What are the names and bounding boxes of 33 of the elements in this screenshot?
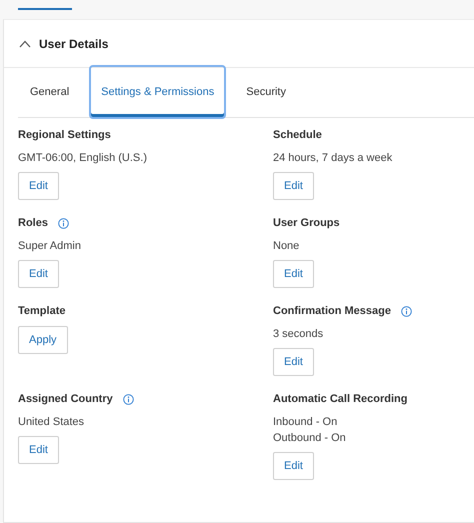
edit-button[interactable]: Edit [273,452,314,480]
section-value: United States [18,415,84,430]
section-title: Confirmation Message [273,305,391,317]
section-value: Super Admin [18,239,81,254]
section-title: Automatic Call Recording [273,393,408,405]
section-value: Inbound - On [273,415,338,430]
section-value: None [273,239,300,254]
edit-button[interactable]: Edit [273,348,314,376]
edit-button[interactable]: Edit [273,172,314,200]
info-icon[interactable] [400,306,412,316]
chevron-icon[interactable] [19,40,31,48]
edit-button[interactable]: Edit [18,172,59,200]
section-value: 24 hours, 7 days a week [273,151,392,166]
section-title: Template [18,305,66,317]
tab-indicator [18,8,72,10]
section-value: 3 seconds [273,327,324,342]
section-title: User Groups [273,217,340,229]
section-title: Schedule [273,129,322,141]
section-title: Roles [18,217,48,229]
edit-button[interactable]: Edit [18,436,59,464]
section-title: Regional Settings [18,129,111,141]
tab[interactable]: General [18,65,82,119]
section-value: GMT-06:00, English (U.S.) [18,151,147,166]
edit-button[interactable]: Apply [18,326,68,354]
section-value: Outbound - On [273,431,346,446]
info-icon[interactable] [58,218,69,228]
info-icon[interactable] [122,394,134,404]
edit-button[interactable]: Edit [18,260,59,288]
tab[interactable]: Settings & Permissions [89,65,226,119]
edit-button[interactable]: Edit [273,260,314,288]
tab[interactable]: Security [234,65,298,119]
section-title: Assigned Country [18,393,113,405]
panel-title: User Details [39,36,108,50]
